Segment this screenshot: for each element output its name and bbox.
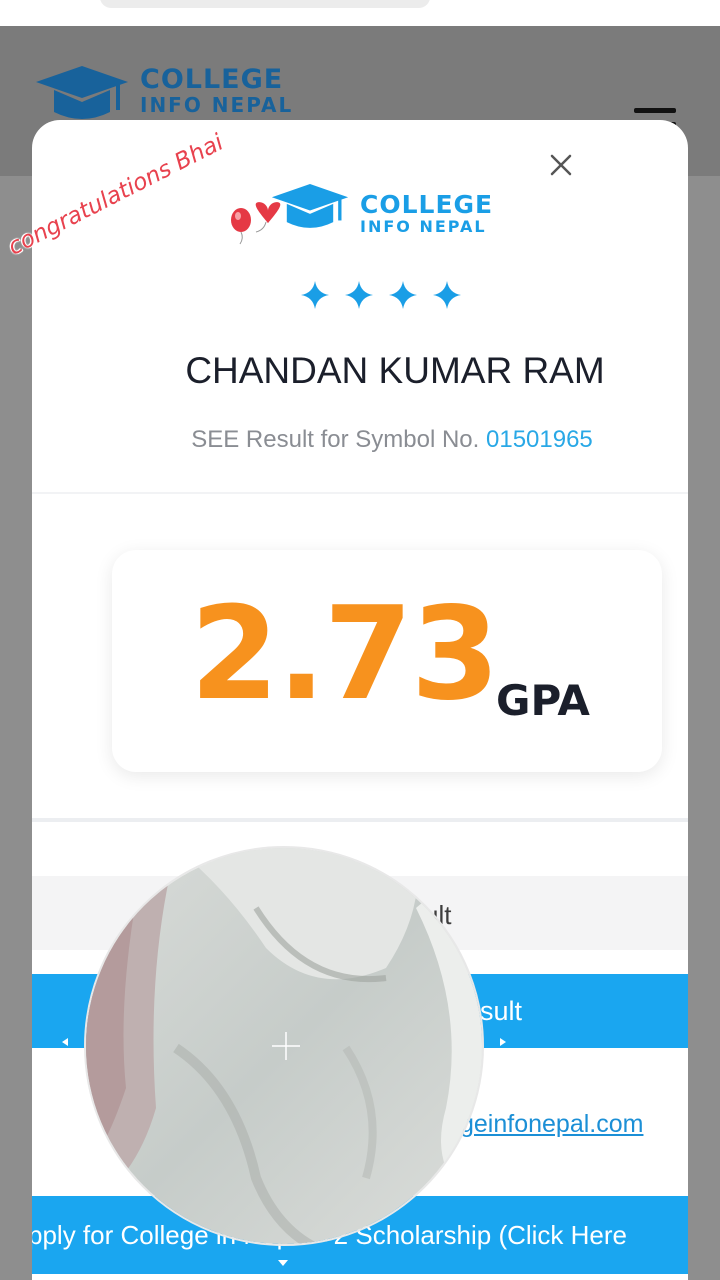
- symbol-line: SEE Result for Symbol No. 01501965: [32, 426, 688, 454]
- website-link[interactable]: geinfonepal.com: [460, 1110, 643, 1139]
- student-name: CHANDAN KUMAR RAM: [185, 350, 605, 391]
- symbol-number: 01501965: [486, 426, 593, 453]
- arrow-right-icon: [500, 1038, 506, 1046]
- gpa-unit: GPA: [496, 676, 590, 725]
- arrow-down-icon: [278, 1260, 288, 1266]
- site-brand-text: COLLEGE INFO NEPAL: [140, 66, 293, 115]
- modal-brand-line-2: INFO NEPAL: [360, 216, 487, 236]
- view-result-label: sult: [480, 996, 523, 1026]
- close-icon[interactable]: [546, 150, 576, 180]
- balloon-heart-icons: [231, 202, 281, 245]
- stars-row: [300, 280, 462, 310]
- modal-brand-text: COLLEGE INFO NEPAL: [360, 192, 493, 235]
- brand-line-2: INFO NEPAL: [140, 93, 294, 117]
- divider: [32, 818, 688, 822]
- divider: [32, 492, 688, 494]
- star-icon: [301, 281, 329, 309]
- star-icon: [389, 281, 417, 309]
- gpa-value: 2.73: [190, 580, 500, 729]
- brand-line-1: COLLEGE: [140, 64, 284, 95]
- star-icon: [345, 281, 373, 309]
- arrow-left-icon: [62, 1038, 68, 1046]
- magnifier-lens-icon[interactable]: [84, 846, 484, 1246]
- modal-logo: COLLEGE INFO NEPAL: [270, 184, 493, 242]
- star-icon: [433, 281, 461, 309]
- address-bar[interactable]: [100, 0, 430, 8]
- modal-brand-line-1: COLLEGE: [360, 189, 494, 219]
- gpa-card: 2.73 GPA: [112, 550, 662, 772]
- browser-top-bar: [0, 0, 720, 26]
- symbol-prefix: SEE Result for Symbol No.: [191, 426, 480, 453]
